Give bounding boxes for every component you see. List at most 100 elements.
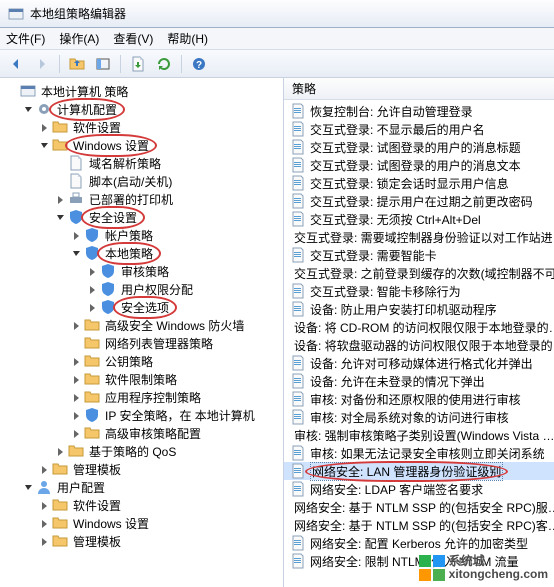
expand-icon[interactable] (70, 391, 82, 403)
expand-icon[interactable] (70, 409, 82, 421)
expand-icon[interactable] (38, 121, 50, 133)
tree-node-label: 网络列表管理器策略 (103, 334, 215, 353)
expand-icon[interactable] (38, 535, 50, 547)
menu-action[interactable]: 操作(A) (59, 30, 99, 47)
tree-node[interactable]: 帐户策略 (2, 226, 281, 244)
expand-icon[interactable] (54, 193, 66, 205)
menu-file[interactable]: 文件(F) (6, 30, 45, 47)
tree-node[interactable]: 应用程序控制策略 (2, 388, 281, 406)
tree-node[interactable]: 软件设置 (2, 496, 281, 514)
tree-node[interactable]: 管理模板 (2, 460, 281, 478)
list-item[interactable]: 交互式登录: 试图登录的用户的消息文本 (284, 156, 554, 174)
tree-node[interactable]: 基于策略的 QoS (2, 442, 281, 460)
collapse-icon[interactable] (70, 247, 82, 259)
policy-icon (290, 355, 306, 371)
list-item[interactable]: 网络安全: 基于 NTLM SSP 的(包括安全 RPC)客… (284, 516, 554, 534)
tree-node[interactable]: 计算机配置 (2, 100, 281, 118)
expand-icon[interactable] (86, 283, 98, 295)
tree-node[interactable]: 公钥策略 (2, 352, 281, 370)
tree-node[interactable]: 域名解析策略 (2, 154, 281, 172)
toolbar-refresh-button[interactable] (152, 53, 176, 75)
toolbar-forward-button[interactable] (30, 53, 54, 75)
tree-view[interactable]: 本地计算机 策略计算机配置软件设置Windows 设置域名解析策略脚本(启动/关… (0, 78, 284, 587)
folder-icon (84, 335, 100, 351)
expand-icon[interactable] (38, 499, 50, 511)
toolbar-help-button[interactable]: ? (187, 53, 211, 75)
tree-node[interactable]: 高级审核策略配置 (2, 424, 281, 442)
menu-view[interactable]: 查看(V) (113, 30, 153, 47)
collapse-icon[interactable] (54, 211, 66, 223)
list-item[interactable]: 设备: 允许对可移动媒体进行格式化并弹出 (284, 354, 554, 372)
list-item[interactable]: 审核: 对备份和还原权限的使用进行审核 (284, 390, 554, 408)
toolbar-separator (59, 55, 60, 73)
list-item[interactable]: 设备: 将软盘驱动器的访问权限仅限于本地登录的… (284, 336, 554, 354)
expand-icon[interactable] (86, 265, 98, 277)
expand-icon[interactable] (70, 427, 82, 439)
collapse-icon[interactable] (22, 103, 34, 115)
tree-node-label: 本地计算机 策略 (39, 82, 130, 101)
expand-icon[interactable] (54, 445, 66, 457)
toolbar-back-button[interactable] (4, 53, 28, 75)
list-item[interactable]: 审核: 对全局系统对象的访问进行审核 (284, 408, 554, 426)
list-item[interactable]: 网络安全: LAN 管理器身份验证级别 (284, 462, 554, 480)
tree-node[interactable]: 本地策略 (2, 244, 281, 262)
expand-icon[interactable] (38, 517, 50, 529)
list-item[interactable]: 网络安全: 配置 Kerberos 允许的加密类型 (284, 534, 554, 552)
list-item[interactable]: 网络安全: 基于 NTLM SSP 的(包括安全 RPC)服… (284, 498, 554, 516)
list-item[interactable]: 设备: 允许在未登录的情况下弹出 (284, 372, 554, 390)
list-item[interactable]: 交互式登录: 锁定会话时显示用户信息 (284, 174, 554, 192)
list-column-header[interactable]: 策略 (284, 78, 554, 100)
tree-node-label: 计算机配置 (55, 100, 119, 119)
list-item[interactable]: 交互式登录: 需要域控制器身份验证以对工作站进… (284, 228, 554, 246)
expand-icon[interactable] (70, 229, 82, 241)
tree-node[interactable]: 已部署的打印机 (2, 190, 281, 208)
list-item[interactable]: 审核: 如果无法记录安全审核则立即关闭系统 (284, 444, 554, 462)
toolbar-showhide-button[interactable] (91, 53, 115, 75)
tree-node-label: 本地策略 (103, 244, 155, 263)
collapse-icon[interactable] (22, 481, 34, 493)
list-item[interactable]: 交互式登录: 无须按 Ctrl+Alt+Del (284, 210, 554, 228)
menu-help[interactable]: 帮助(H) (167, 30, 208, 47)
tree-node[interactable]: Windows 设置 (2, 514, 281, 532)
tree-node[interactable]: 安全选项 (2, 298, 281, 316)
list-item[interactable]: 交互式登录: 智能卡移除行为 (284, 282, 554, 300)
tree-node[interactable]: 软件限制策略 (2, 370, 281, 388)
expand-icon[interactable] (38, 463, 50, 475)
expand-icon[interactable] (86, 301, 98, 313)
tree-node[interactable]: 高级安全 Windows 防火墙 (2, 316, 281, 334)
tree-node[interactable]: 审核策略 (2, 262, 281, 280)
list-item[interactable]: 设备: 将 CD-ROM 的访问权限仅限于本地登录的… (284, 318, 554, 336)
expand-icon[interactable] (70, 373, 82, 385)
tree-node[interactable]: 网络列表管理器策略 (2, 334, 281, 352)
tree-node[interactable]: 管理模板 (2, 532, 281, 550)
expand-icon[interactable] (70, 355, 82, 367)
tree-node-label: 公钥策略 (103, 352, 155, 371)
toolbar-up-button[interactable] (65, 53, 89, 75)
list-item[interactable]: 审核: 强制审核策略子类别设置(Windows Vista … (284, 426, 554, 444)
list-item[interactable]: 交互式登录: 需要智能卡 (284, 246, 554, 264)
list-item[interactable]: 网络安全: LDAP 客户端签名要求 (284, 480, 554, 498)
tree-node[interactable]: IP 安全策略，在 本地计算机 (2, 406, 281, 424)
tree-node[interactable]: 脚本(启动/关机) (2, 172, 281, 190)
toolbar-export-button[interactable] (126, 53, 150, 75)
list-item[interactable]: 交互式登录: 提示用户在过期之前更改密码 (284, 192, 554, 210)
list-item[interactable]: 恢复控制台: 允许自动管理登录 (284, 102, 554, 120)
app-icon (8, 6, 24, 22)
tree-node[interactable]: 本地计算机 策略 (2, 82, 281, 100)
tree-node[interactable]: Windows 设置 (2, 136, 281, 154)
tree-node[interactable]: 用户配置 (2, 478, 281, 496)
list-item[interactable]: 交互式登录: 试图登录的用户的消息标题 (284, 138, 554, 156)
list-item[interactable]: 交互式登录: 不显示最后的用户名 (284, 120, 554, 138)
policy-list[interactable]: 恢复控制台: 允许自动管理登录交互式登录: 不显示最后的用户名交互式登录: 试图… (284, 100, 554, 587)
list-item[interactable]: 网络安全: 限制 NTLM: 传入 NTLM 流量 (284, 552, 554, 570)
tree-node[interactable]: 用户权限分配 (2, 280, 281, 298)
policy-label: 恢复控制台: 允许自动管理登录 (310, 103, 473, 120)
tree-node[interactable]: 软件设置 (2, 118, 281, 136)
expand-icon[interactable] (70, 319, 82, 331)
svg-text:?: ? (196, 60, 202, 71)
list-item[interactable]: 交互式登录: 之前登录到缓存的次数(域控制器不可… (284, 264, 554, 282)
collapse-icon[interactable] (38, 139, 50, 151)
tree-node-label: 基于策略的 QoS (87, 442, 178, 461)
list-item[interactable]: 设备: 防止用户安装打印机驱动程序 (284, 300, 554, 318)
tree-node[interactable]: 安全设置 (2, 208, 281, 226)
